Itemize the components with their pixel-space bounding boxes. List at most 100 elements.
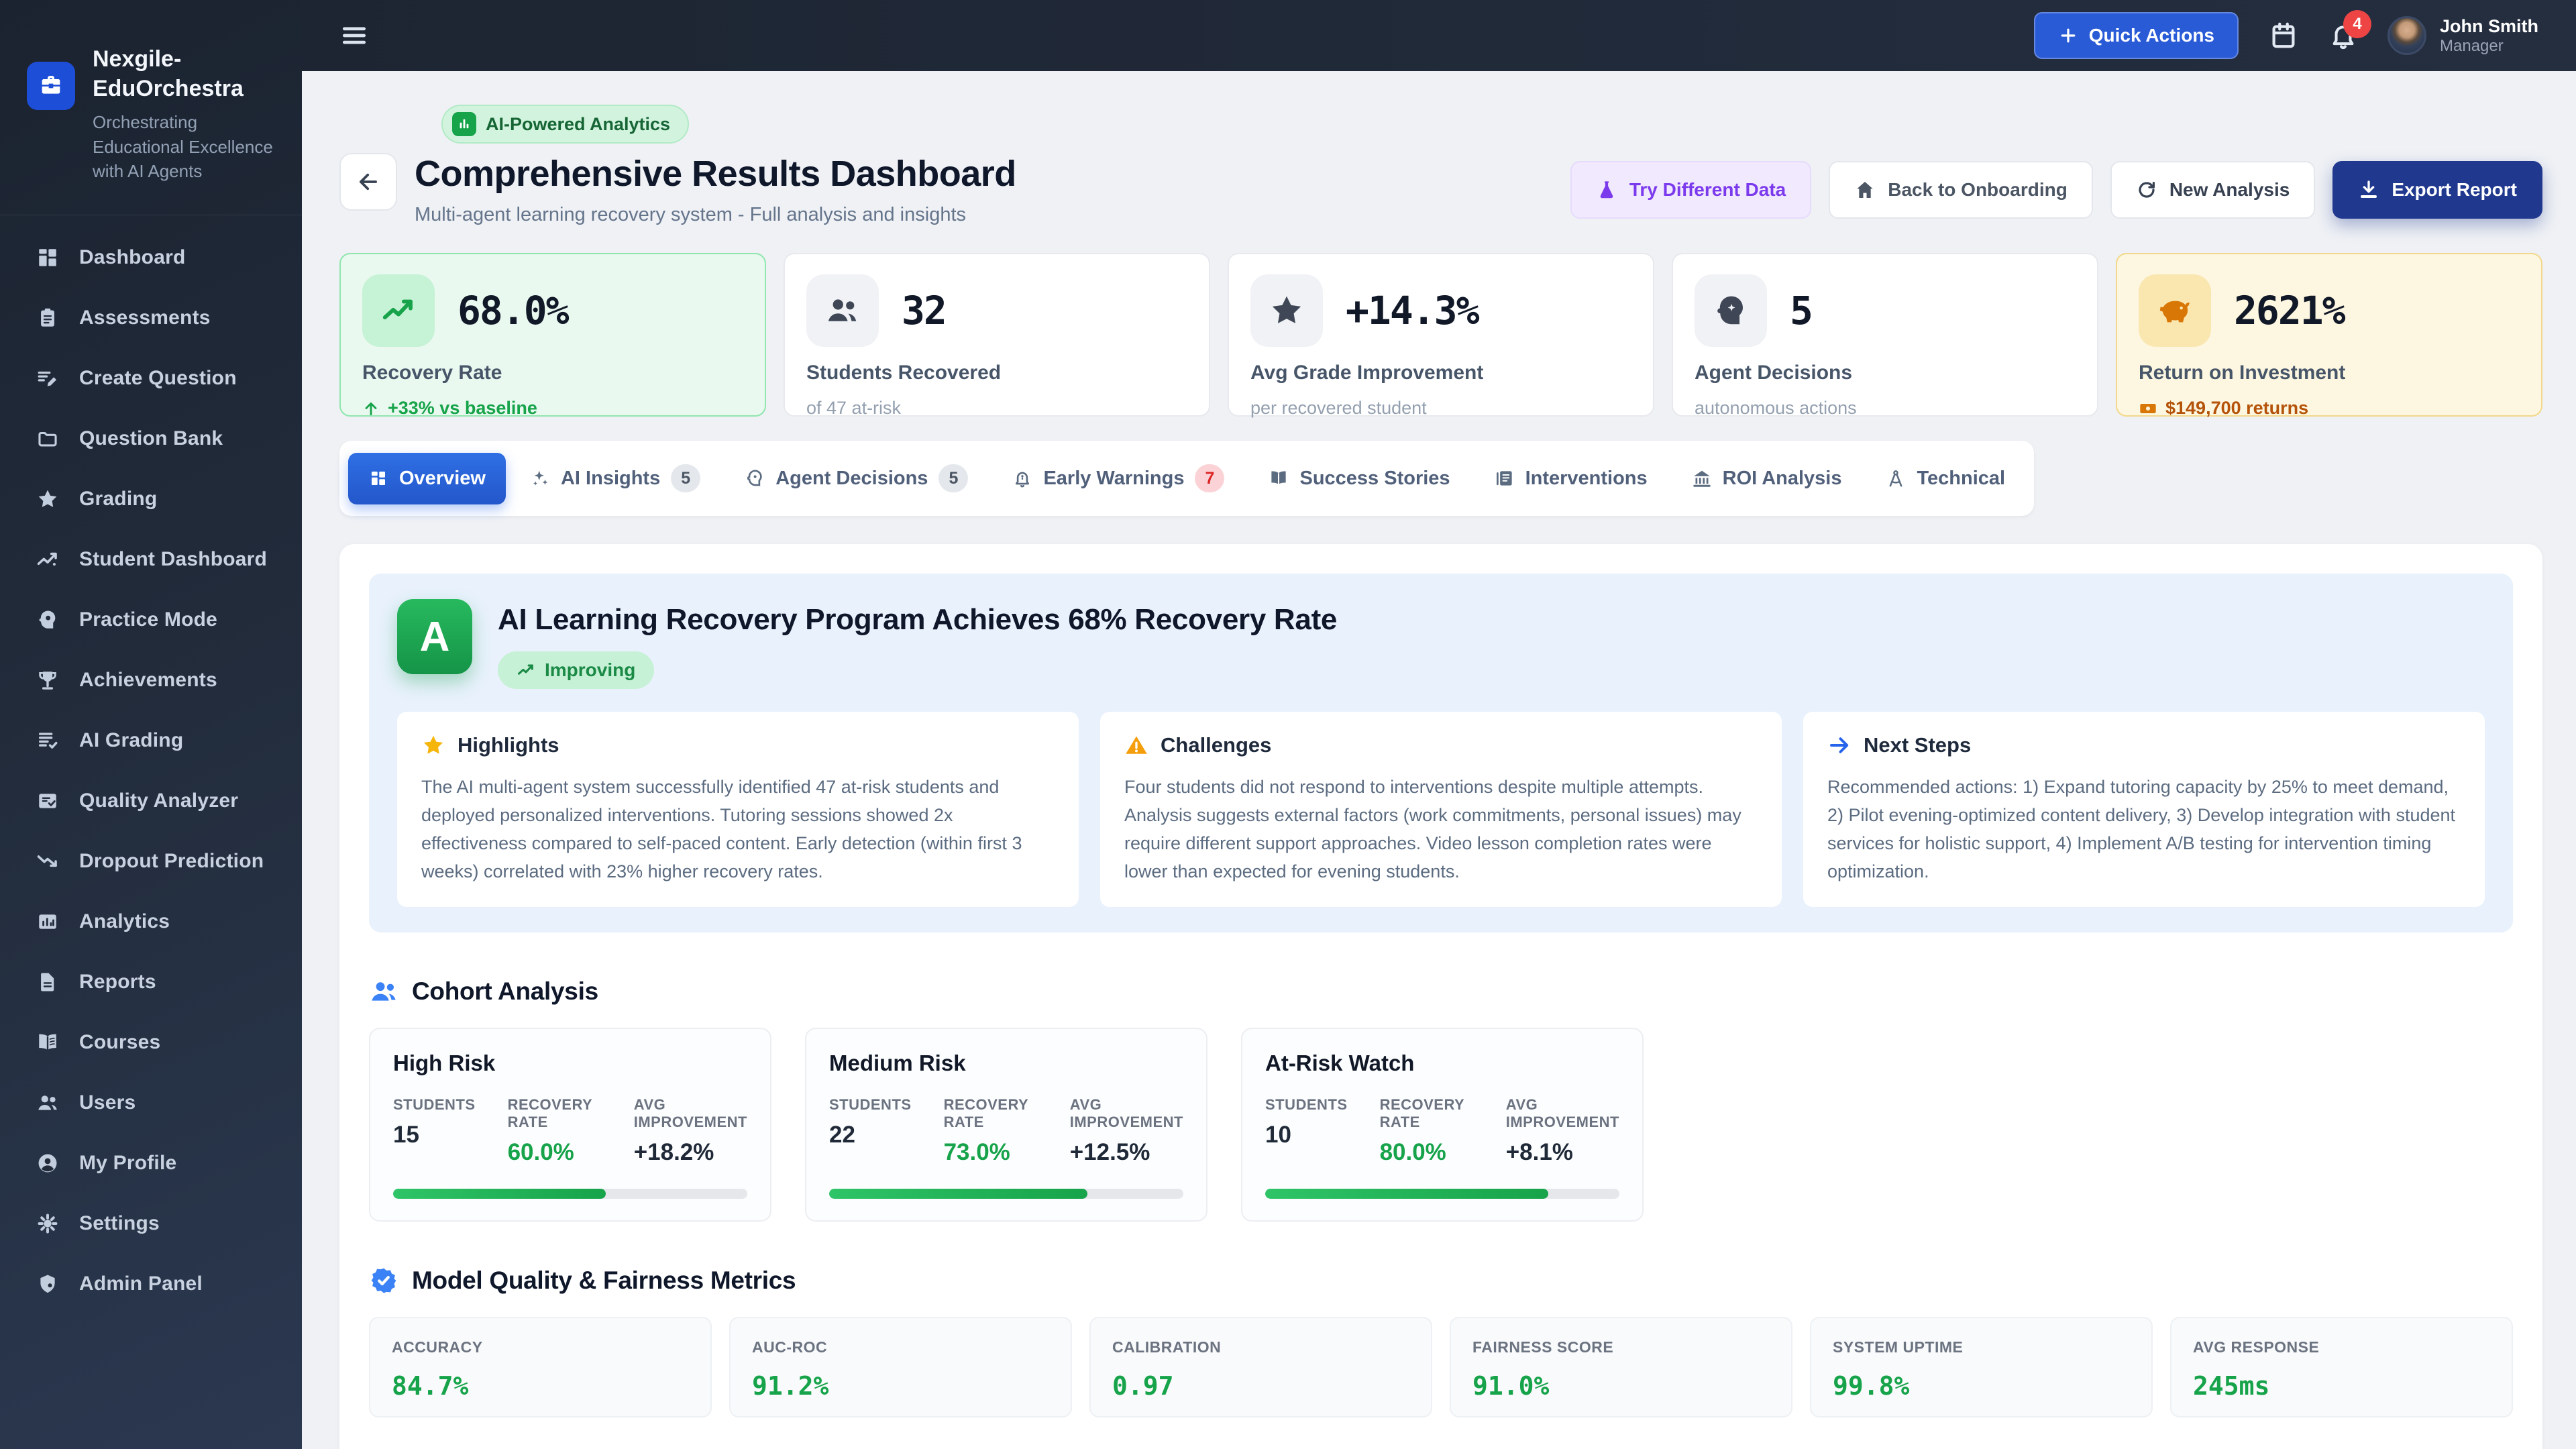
recovery-progress-fill <box>829 1189 1087 1199</box>
main-content: AI-Powered Analytics Comprehensive Resul… <box>302 0 2576 1449</box>
export-report-button[interactable]: Export Report <box>2332 161 2542 219</box>
metric-card-system-uptime: SYSTEM UPTIME 99.8% <box>1810 1317 2153 1417</box>
trending-up-icon <box>517 661 535 680</box>
sidebar-item-courses[interactable]: Courses <box>0 1012 302 1073</box>
logs-icon <box>1495 468 1515 488</box>
metric-card-fairness-score: FAIRNESS SCORE 91.0% <box>1450 1317 1792 1417</box>
recovery-value: 73.0% <box>944 1139 1038 1166</box>
tab-roi-analysis[interactable]: ROI Analysis <box>1672 453 1862 504</box>
cohort-name: At-Risk Watch <box>1265 1051 1619 1076</box>
sidebar-item-reports[interactable]: Reports <box>0 952 302 1012</box>
hero-title: AI Learning Recovery Program Achieves 68… <box>498 603 1337 637</box>
sidebar-item-create-question[interactable]: Create Question <box>0 348 302 409</box>
home-icon <box>1854 179 1876 201</box>
clipboard-icon <box>36 307 59 329</box>
brand-text: Nexgile-EduOrchestra Orchestrating Educa… <box>93 44 275 184</box>
bar-chart-icon <box>36 910 59 933</box>
sidebar-item-achievements[interactable]: Achievements <box>0 650 302 710</box>
recovery-progress-fill <box>393 1189 606 1199</box>
recovery-value: 60.0% <box>508 1139 602 1166</box>
improving-badge: Improving <box>498 651 654 689</box>
book-open-icon <box>1269 468 1289 488</box>
tab-label: Overview <box>399 468 486 490</box>
sparkles-icon <box>530 468 550 488</box>
new-analysis-button[interactable]: New Analysis <box>2110 161 2315 219</box>
sidebar-item-ai-grading[interactable]: AI Grading <box>0 710 302 771</box>
page-title: Comprehensive Results Dashboard <box>415 153 1016 195</box>
back-button[interactable] <box>339 153 397 211</box>
sidebar: Nexgile-EduOrchestra Orchestrating Educa… <box>0 0 302 1449</box>
stat-label: Avg Grade Improvement <box>1250 362 1631 384</box>
quick-actions-button[interactable]: Quick Actions <box>2034 12 2239 59</box>
tab-agent-decisions[interactable]: Agent Decisions 5 <box>724 449 988 507</box>
metric-value: 84.7% <box>392 1371 689 1401</box>
improvement-value: +18.2% <box>634 1139 747 1166</box>
metric-cards: ACCURACY 84.7% AUC-ROC 91.2% CALIBRATION… <box>369 1317 2513 1417</box>
sidebar-item-grading[interactable]: Grading <box>0 469 302 529</box>
challenges-title: Challenges <box>1161 733 1271 757</box>
highlights-card: Highlights The AI multi-agent system suc… <box>397 712 1079 907</box>
tab-label: Technical <box>1917 468 2005 490</box>
sidebar-item-question-bank[interactable]: Question Bank <box>0 409 302 469</box>
tab-alert-badge: 7 <box>1195 464 1224 492</box>
sidebar-item-label: AI Grading <box>79 729 183 752</box>
tab-technical[interactable]: Technical <box>1866 453 2025 504</box>
hamburger-menu-icon[interactable] <box>339 21 369 50</box>
export-report-label: Export Report <box>2392 179 2517 201</box>
tab-ai-insights[interactable]: AI Insights 5 <box>510 449 720 507</box>
list-check-icon <box>36 729 59 752</box>
sidebar-item-practice-mode[interactable]: Practice Mode <box>0 590 302 650</box>
improvement-label: AVG IMPROVEMENT <box>1506 1096 1619 1131</box>
sidebar-item-users[interactable]: Users <box>0 1073 302 1133</box>
try-different-data-button[interactable]: Try Different Data <box>1570 161 1811 219</box>
stat-value: 5 <box>1790 288 1812 333</box>
sidebar-item-dropout-prediction[interactable]: Dropout Prediction <box>0 831 302 892</box>
stat-label: Agent Decisions <box>1695 362 2076 384</box>
improvement-value: +12.5% <box>1070 1139 1183 1166</box>
tab-count-badge: 5 <box>938 464 968 492</box>
highlights-title: Highlights <box>458 733 559 757</box>
tab-overview[interactable]: Overview <box>348 453 506 504</box>
sidebar-item-settings[interactable]: Settings <box>0 1193 302 1254</box>
calendar-button[interactable] <box>2268 20 2299 51</box>
notifications-button[interactable]: 4 <box>2328 21 2358 50</box>
tab-success-stories[interactable]: Success Stories <box>1248 453 1470 504</box>
tab-interventions[interactable]: Interventions <box>1474 453 1668 504</box>
sidebar-item-admin-panel[interactable]: Admin Panel <box>0 1254 302 1314</box>
stat-cards: 68.0% Recovery Rate +33% vs baseline 32 … <box>339 253 2542 417</box>
back-to-onboarding-button[interactable]: Back to Onboarding <box>1829 161 2093 219</box>
tab-early-warnings[interactable]: Early Warnings 7 <box>992 449 1244 507</box>
challenges-card: Challenges Four students did not respond… <box>1100 712 1782 907</box>
sidebar-item-student-dashboard[interactable]: Student Dashboard <box>0 529 302 590</box>
sidebar-item-label: Dashboard <box>79 246 186 269</box>
stat-label: Recovery Rate <box>362 362 743 384</box>
tab-label: ROI Analysis <box>1723 468 1842 490</box>
sidebar-item-label: Reports <box>79 971 156 994</box>
sidebar-item-assessments[interactable]: Assessments <box>0 288 302 348</box>
edit-lines-icon <box>36 367 59 390</box>
brain-head-icon <box>1695 274 1767 347</box>
sidebar-item-my-profile[interactable]: My Profile <box>0 1133 302 1193</box>
user-role: Manager <box>2440 37 2538 56</box>
bell-alert-icon <box>1012 468 1032 488</box>
metric-value: 91.0% <box>1472 1371 1770 1401</box>
students-label: STUDENTS <box>1265 1096 1348 1114</box>
file-icon <box>36 971 59 994</box>
sidebar-item-dashboard[interactable]: Dashboard <box>0 227 302 288</box>
refresh-icon <box>2136 179 2157 201</box>
sidebar-item-quality-analyzer[interactable]: Quality Analyzer <box>0 771 302 831</box>
stat-value: 32 <box>902 288 946 333</box>
users-icon <box>369 977 398 1006</box>
sidebar-item-analytics[interactable]: Analytics <box>0 892 302 952</box>
arrow-left-icon <box>356 169 381 195</box>
brand-title: Nexgile-EduOrchestra <box>93 44 275 103</box>
star-icon <box>421 733 445 757</box>
title-block: Comprehensive Results Dashboard Multi-ag… <box>415 153 1016 226</box>
metric-card-auc-roc: AUC-ROC 91.2% <box>729 1317 1072 1417</box>
cohort-cards: High Risk STUDENTS 15 RECOVERY RATE 60.0… <box>369 1028 2513 1222</box>
folder-icon <box>36 427 59 450</box>
user-menu[interactable]: John Smith Manager <box>2387 15 2538 56</box>
plus-icon <box>2058 25 2078 46</box>
stat-label: Return on Investment <box>2139 362 2520 384</box>
stat-label: Students Recovered <box>806 362 1187 384</box>
